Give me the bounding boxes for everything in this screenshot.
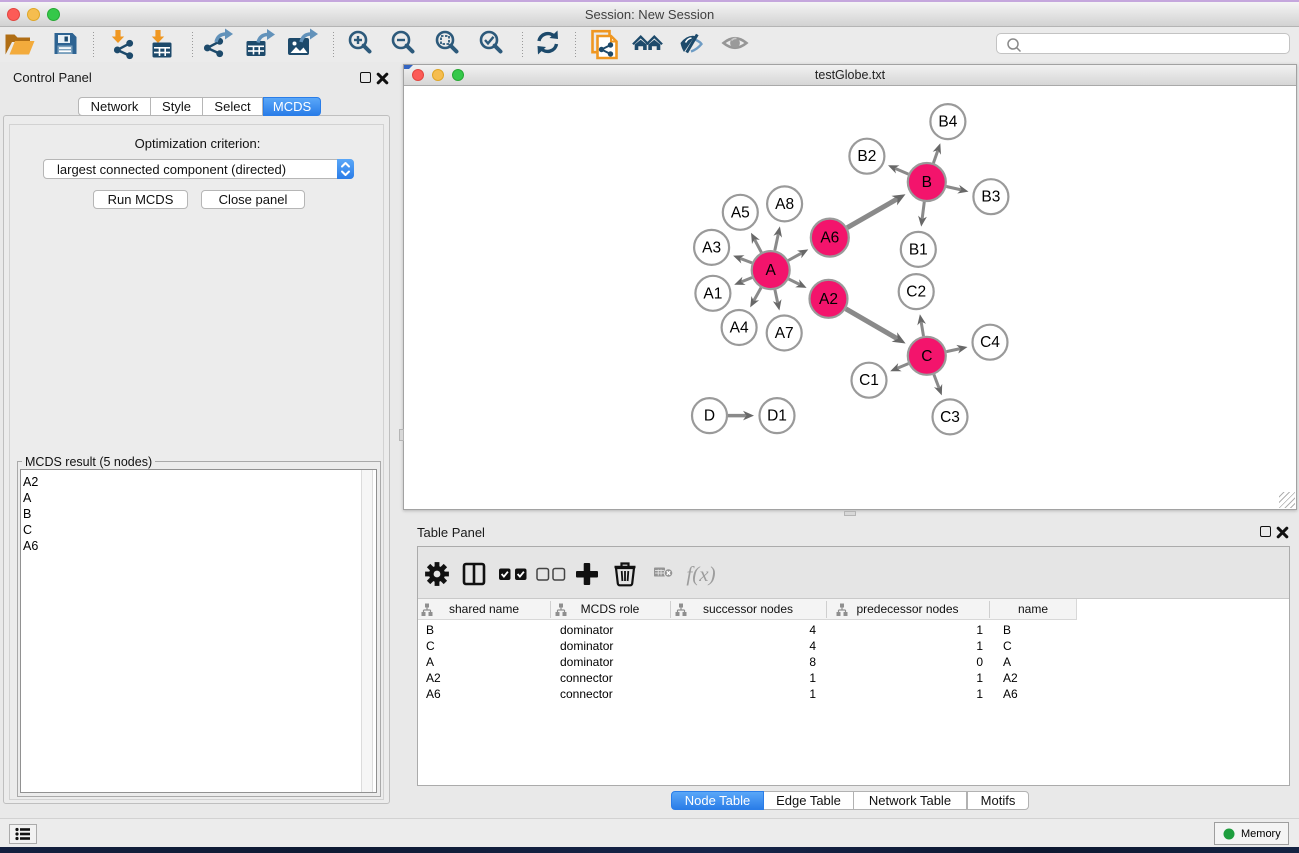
- svg-text:C3: C3: [940, 409, 960, 426]
- svg-text:A5: A5: [731, 204, 750, 221]
- svg-text:A7: A7: [775, 325, 794, 342]
- svg-text:A1: A1: [703, 285, 722, 302]
- svg-text:A3: A3: [702, 239, 721, 256]
- svg-text:A8: A8: [775, 196, 794, 213]
- svg-text:B: B: [922, 174, 932, 191]
- svg-text:B3: B3: [981, 189, 1000, 206]
- svg-text:D1: D1: [767, 408, 787, 425]
- svg-text:A4: A4: [730, 320, 749, 337]
- svg-text:B4: B4: [938, 114, 957, 131]
- svg-text:B1: B1: [909, 241, 928, 258]
- svg-text:f(x): f(x): [686, 562, 715, 586]
- svg-text:A6: A6: [820, 230, 839, 247]
- svg-text:A: A: [766, 262, 777, 279]
- svg-text:D: D: [704, 408, 715, 425]
- svg-text:C: C: [921, 348, 932, 365]
- svg-text:A2: A2: [819, 291, 838, 308]
- svg-text:B2: B2: [857, 148, 876, 165]
- svg-text:C1: C1: [859, 372, 879, 389]
- svg-text:C4: C4: [980, 334, 1000, 351]
- svg-text:C2: C2: [906, 284, 926, 301]
